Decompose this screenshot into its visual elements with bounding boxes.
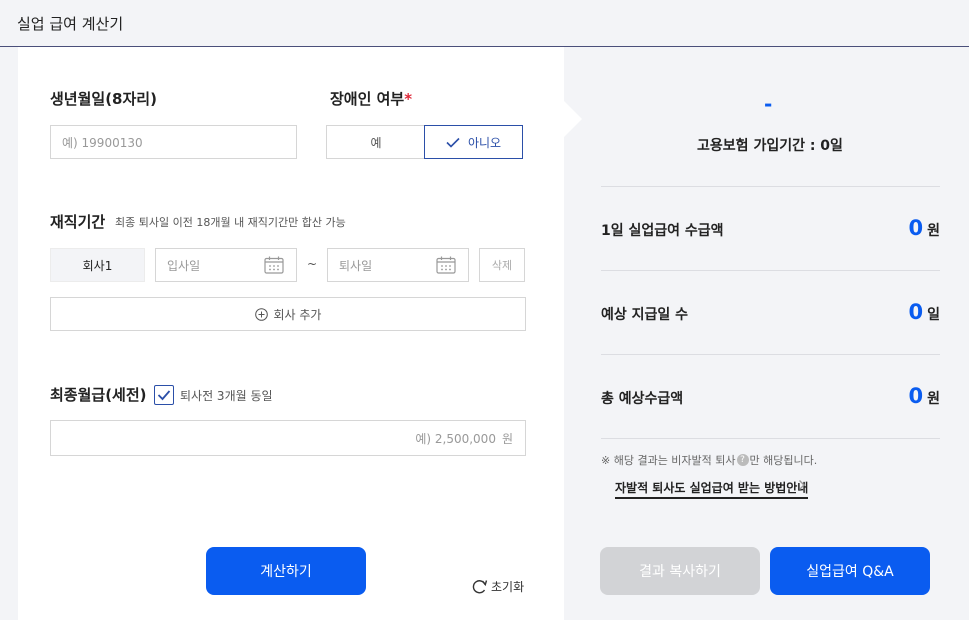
help-icon[interactable]: ? [736,454,749,466]
copy-result-button[interactable]: 결과 복사하기 [600,547,760,595]
total-benefit-number: 0 [908,384,924,408]
daily-benefit-unit: 원 [927,223,940,239]
note-prefix: ※ 해당 결과는 비자발적 퇴사 [601,454,736,467]
payment-days-label: 예상 지급일 수 [601,307,689,323]
page-title: 실업 급여 계산기 [17,15,124,33]
disability-yes-button[interactable]: 예 [326,125,425,159]
plus-circle-icon [254,307,268,321]
end-date-input[interactable]: 퇴사일 [327,248,469,282]
disability-yes-label: 예 [370,135,382,150]
company-name: 회사1 [50,248,145,282]
disability-label: 장애인 여부* [330,88,412,109]
end-date-placeholder: 퇴사일 [339,258,373,273]
header-bar: 실업 급여 계산기 [0,0,969,47]
daily-benefit-number: 0 [908,216,924,240]
check-icon [446,137,460,148]
birth-placeholder: 예) 19900130 [62,135,143,150]
date-separator: ~ [307,257,318,271]
panel-pointer [564,101,582,137]
insured-period: 고용보험 가입기간 : 0일 [697,138,843,154]
disability-label-text: 장애인 여부 [330,90,405,108]
calendar-icon[interactable] [264,256,284,274]
result-note: ※ 해당 결과는 비자발적 퇴사 ? 만 해당됩니다. [601,452,817,468]
calculate-button[interactable]: 계산하기 [206,547,366,595]
check-icon [157,390,171,401]
calendar-icon[interactable] [436,256,456,274]
note-suffix: 만 해당됩니다. [749,454,818,467]
start-date-input[interactable]: 입사일 [155,248,297,282]
divider [601,438,940,439]
daily-benefit-value: 0 원 [908,216,940,240]
reset-button[interactable]: 초기화 [471,578,524,595]
refresh-icon [472,580,488,594]
payment-days-number: 0 [908,300,924,324]
total-benefit-label: 총 예상수급액 [601,391,684,407]
voluntary-guide-link[interactable]: 자발적 퇴사도 실업급여 받는 방법안내 [615,479,809,499]
result-headline: - [764,92,773,116]
salary-placeholder: 예) 2,500,000 [415,431,496,446]
chevron-right-icon[interactable] [798,479,806,495]
delete-label: 삭제 [491,259,513,272]
start-date-placeholder: 입사일 [167,258,201,273]
result-panel [564,47,969,620]
payment-days-value: 0 일 [908,300,940,324]
salary-label: 최종월급(세전) [50,386,147,404]
total-benefit-value: 0 원 [908,384,940,408]
required-mark: * [404,90,413,108]
divider [601,354,940,355]
divider [601,186,940,187]
qa-button[interactable]: 실업급여 Q&A [770,547,930,595]
birth-input[interactable]: 예) 19900130 [50,125,297,159]
salary-unit: 원 [501,431,513,446]
add-company-button[interactable]: 회사 추가 [50,297,526,331]
reset-label: 초기화 [491,580,525,594]
divider [601,270,940,271]
delete-company-button[interactable]: 삭제 [479,248,525,282]
employment-label: 재직기간 [50,213,106,231]
add-company-label: 회사 추가 [273,307,322,322]
disability-no-label: 아니오 [467,135,502,150]
daily-benefit-label: 1일 실업급여 수급액 [601,223,724,239]
total-benefit-unit: 원 [927,391,940,407]
same-3months-label: 퇴사전 3개월 동일 [180,389,273,403]
salary-input[interactable]: 예) 2,500,000 원 [50,420,526,456]
payment-days-unit: 일 [927,307,940,323]
employment-hint: 최종 퇴사일 이전 18개월 내 재직기간만 합산 가능 [115,216,346,229]
birth-label: 생년월일(8자리) [50,90,157,108]
same-3months-checkbox[interactable] [154,385,174,405]
disability-no-button[interactable]: 아니오 [424,125,523,159]
